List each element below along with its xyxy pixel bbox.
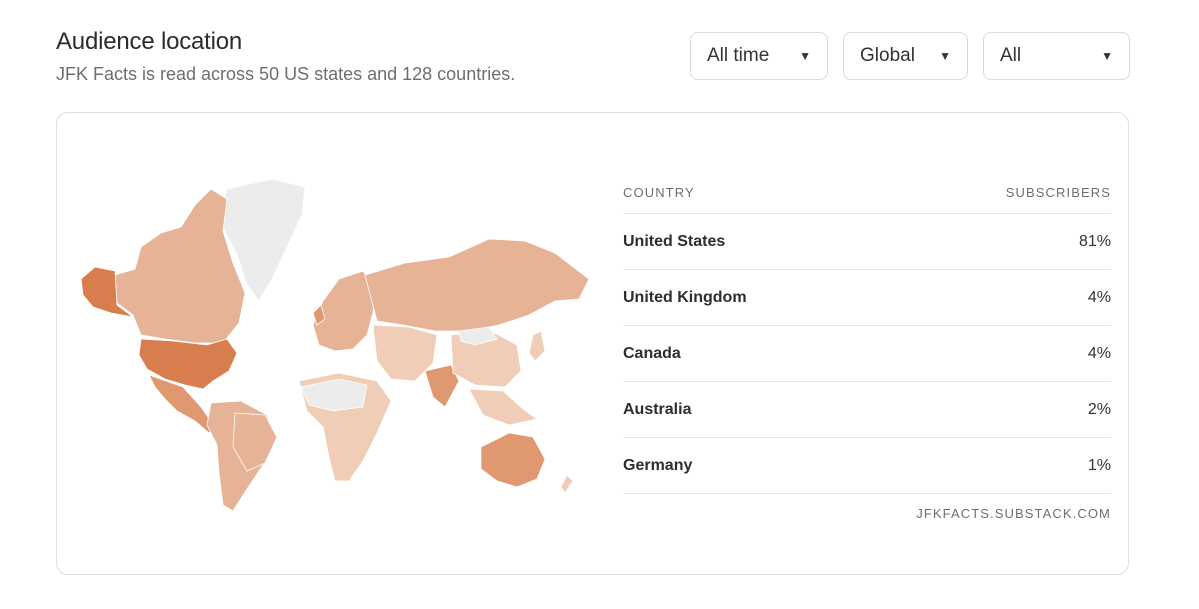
country-name: United States: [623, 232, 726, 250]
table-header: COUNTRY SUBSCRIBERS: [623, 171, 1111, 214]
map-southeast-asia[interactable]: [468, 388, 538, 426]
caret-down-icon: ▼: [1101, 49, 1113, 63]
table-row[interactable]: Germany 1%: [623, 438, 1111, 494]
caret-down-icon: ▼: [939, 49, 951, 63]
country-name: Australia: [623, 400, 692, 418]
subscriber-share: 4%: [1087, 288, 1111, 306]
country-table: COUNTRY SUBSCRIBERS United States 81% Un…: [623, 171, 1111, 521]
time-range-label: All time: [707, 45, 770, 66]
time-range-dropdown[interactable]: All time ▼: [690, 32, 828, 80]
country-name: Canada: [623, 344, 681, 362]
country-name: United Kingdom: [623, 288, 747, 306]
subscriber-share: 1%: [1087, 456, 1111, 474]
map-japan[interactable]: [528, 330, 546, 362]
map-russia[interactable]: [364, 238, 590, 332]
table-row[interactable]: United States 81%: [623, 214, 1111, 270]
page-title: Audience location: [56, 28, 243, 55]
caret-down-icon: ▼: [799, 49, 811, 63]
map-australia[interactable]: [480, 432, 546, 488]
country-name: Germany: [623, 456, 693, 474]
audience-label: All: [1000, 45, 1022, 66]
country-column-header: COUNTRY: [623, 184, 695, 200]
map-canada[interactable]: [114, 188, 246, 344]
table-row[interactable]: Australia 2%: [623, 382, 1111, 438]
location-card: COUNTRY SUBSCRIBERS United States 81% Un…: [56, 112, 1129, 575]
table-row[interactable]: United Kingdom 4%: [623, 270, 1111, 326]
subscribers-column-header: SUBSCRIBERS: [1005, 184, 1111, 200]
page-subtitle: JFK Facts is read across 50 US states an…: [56, 64, 516, 84]
region-label: Global: [860, 45, 915, 66]
map-new-zealand[interactable]: [560, 474, 574, 494]
source-label: JFKFACTS.SUBSTACK.COM: [916, 506, 1111, 521]
table-row[interactable]: Canada 4%: [623, 326, 1111, 382]
subscriber-share: 81%: [1078, 232, 1111, 250]
world-map: [80, 178, 590, 512]
region-dropdown[interactable]: Global ▼: [843, 32, 968, 80]
subscriber-share: 2%: [1087, 400, 1111, 418]
subscriber-share: 4%: [1087, 344, 1111, 362]
audience-dropdown[interactable]: All ▼: [983, 32, 1130, 80]
